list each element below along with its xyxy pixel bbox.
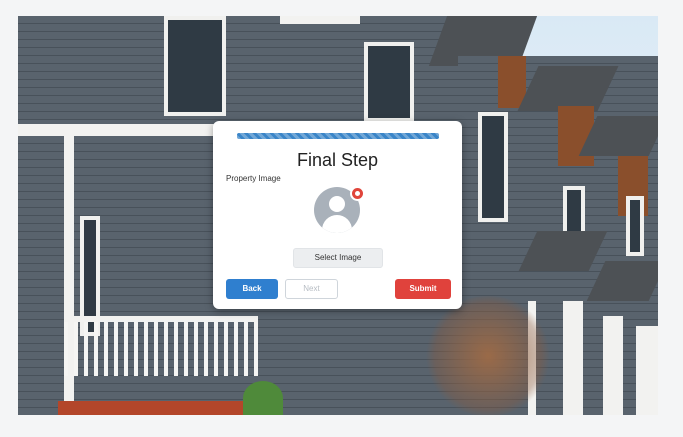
- remove-image-icon[interactable]: [350, 186, 365, 201]
- brick-base: [58, 401, 248, 415]
- house-window: [563, 186, 585, 236]
- porch-post: [636, 326, 658, 415]
- select-image-button[interactable]: Select Image: [293, 248, 383, 268]
- house-window: [364, 42, 414, 122]
- porch-post: [603, 316, 623, 415]
- final-step-dialog: Final Step Property Image Select Image B…: [213, 121, 462, 309]
- avatar-body: [322, 215, 352, 233]
- house-window: [478, 112, 508, 222]
- house-window: [164, 16, 226, 116]
- house-window: [626, 196, 644, 256]
- property-image-label: Property Image: [226, 174, 281, 183]
- dialog-title: Final Step: [296, 150, 379, 170]
- tree-branches: [423, 296, 553, 415]
- progress-bar: [237, 133, 439, 139]
- next-button[interactable]: Next: [285, 279, 338, 299]
- avatar-head: [329, 196, 345, 212]
- shrub: [243, 381, 283, 415]
- porch-post: [563, 301, 583, 415]
- submit-button[interactable]: Submit: [395, 279, 451, 299]
- back-button[interactable]: Back: [226, 279, 278, 299]
- house-trim: [280, 16, 360, 24]
